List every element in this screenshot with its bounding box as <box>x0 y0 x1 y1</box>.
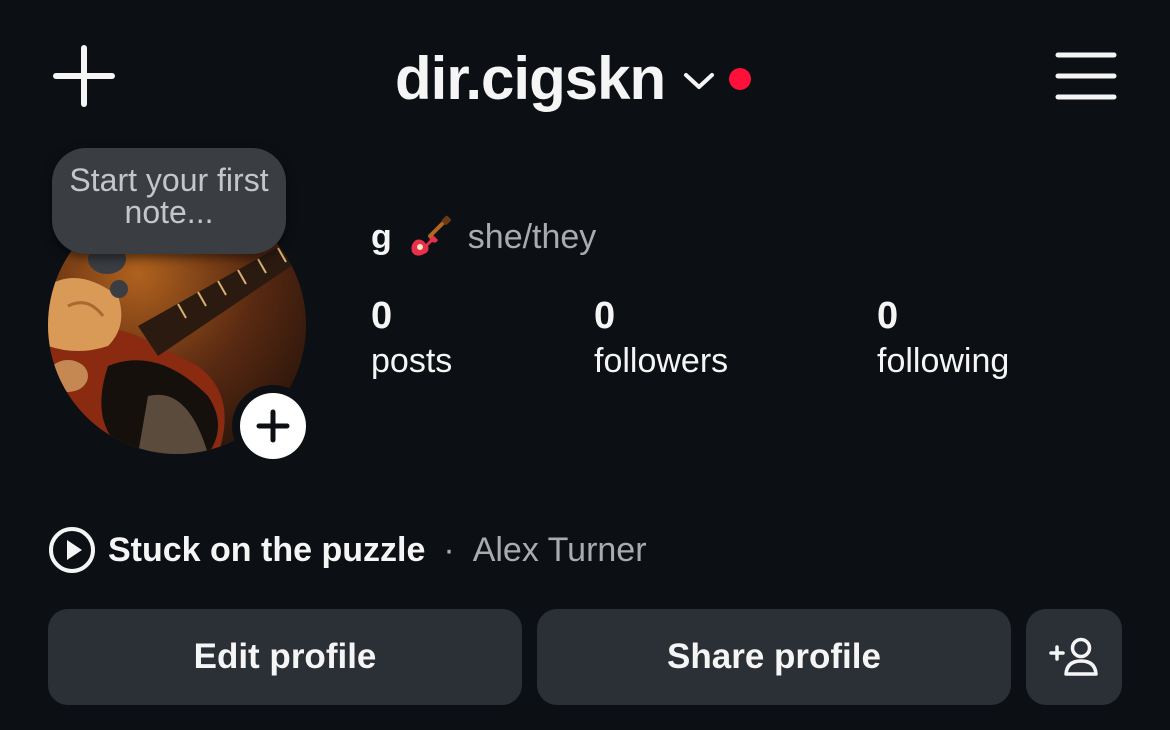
plus-icon <box>256 409 290 443</box>
stat-followers[interactable]: 0 followers <box>594 294 728 384</box>
followers-count: 0 <box>594 295 616 337</box>
username-title[interactable]: dir.cigskn <box>395 44 666 113</box>
posts-count: 0 <box>371 295 393 337</box>
discover-people-button[interactable] <box>1026 609 1122 705</box>
add-story-circle <box>240 393 306 459</box>
song-artist: Alex Turner <box>472 530 647 569</box>
note-bubble[interactable]: Start your first note... <box>52 148 286 254</box>
note-bubble-tail-dot <box>110 280 128 298</box>
add-person-icon <box>1049 637 1098 676</box>
menu-button[interactable] <box>1055 50 1117 102</box>
following-label: following <box>877 342 1010 380</box>
song-title: Stuck on the puzzle <box>108 530 426 569</box>
profile-screen: dir.cigskn Start your first note... g sh… <box>0 0 1170 730</box>
stat-following[interactable]: 0 following <box>877 294 1009 384</box>
pronouns: she/they <box>467 217 597 256</box>
stat-posts[interactable]: 0 posts <box>371 294 452 384</box>
hamburger-menu-icon <box>1055 52 1117 100</box>
following-count: 0 <box>877 295 899 337</box>
create-button[interactable] <box>52 44 116 108</box>
edit-profile-label: Edit profile <box>193 637 377 676</box>
account-switcher[interactable]: dir.cigskn <box>395 38 752 118</box>
posts-label: posts <box>371 342 453 380</box>
chevron-down-icon[interactable] <box>683 71 715 91</box>
play-circle-icon <box>49 527 95 573</box>
share-profile-button[interactable]: Share profile <box>537 609 1011 705</box>
profile-name-row: g she/they <box>371 214 596 260</box>
notification-dot <box>729 68 752 90</box>
music-separator: · <box>443 530 455 569</box>
share-profile-label: Share profile <box>667 637 881 676</box>
profile-name: g <box>371 217 392 256</box>
edit-profile-button[interactable]: Edit profile <box>48 609 522 705</box>
plus-icon <box>53 45 115 107</box>
add-story-button[interactable] <box>232 385 314 467</box>
guitar-icon <box>411 215 451 256</box>
profile-music[interactable]: Stuck on the puzzle · Alex Turner <box>48 526 647 574</box>
followers-label: followers <box>594 342 729 380</box>
note-placeholder: Start your first note... <box>69 162 269 230</box>
